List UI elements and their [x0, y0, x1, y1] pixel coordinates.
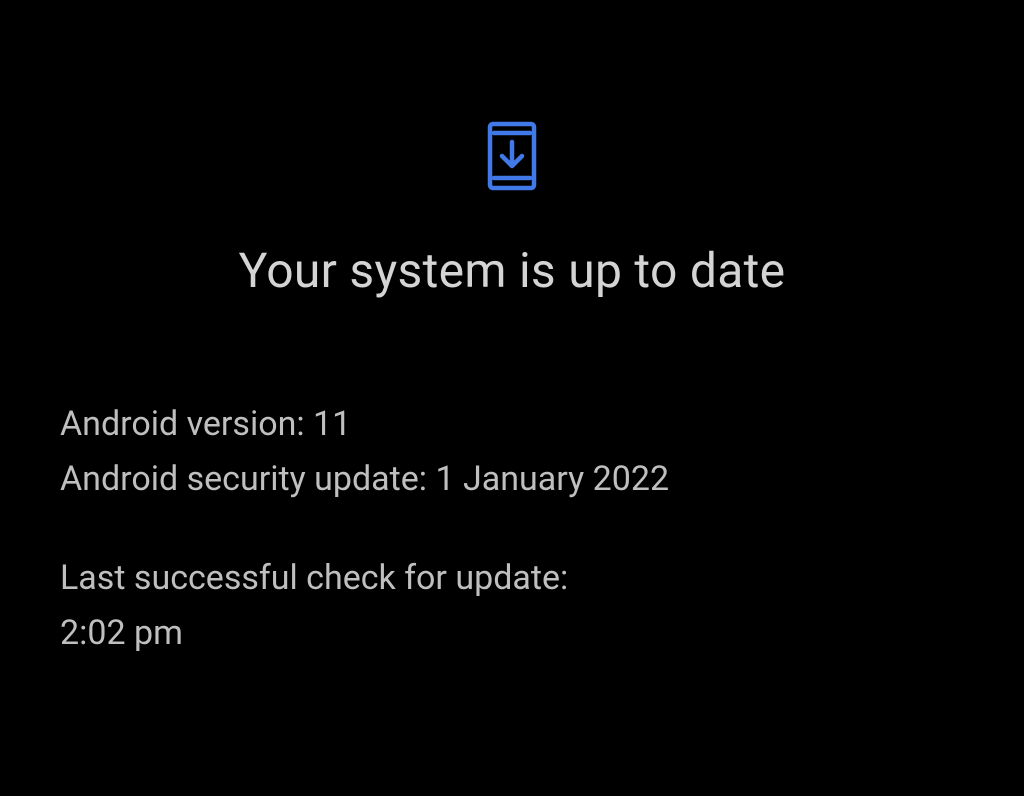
last-check-label: Last successful check for update: — [60, 558, 568, 598]
android-version-value: 11 — [313, 404, 351, 444]
last-check-value-row: 2:02 pm — [60, 608, 964, 659]
last-check-value: 2:02 pm — [60, 613, 183, 653]
android-version-label: Android version: — [60, 404, 313, 444]
system-update-screen: Your system is up to date Android versio… — [0, 0, 1024, 796]
security-update-row: Android security update: 1 January 2022 — [60, 454, 964, 505]
security-update-value: 1 January 2022 — [435, 459, 669, 499]
page-title: Your system is up to date — [60, 242, 964, 299]
phone-download-icon — [484, 120, 540, 192]
security-update-label: Android security update: — [60, 459, 435, 499]
update-details: Android version: 11 Android security upd… — [60, 399, 964, 663]
last-check-label-row: Last successful check for update: — [60, 553, 964, 604]
android-version-row: Android version: 11 — [60, 399, 964, 450]
spacer — [60, 509, 964, 553]
icon-container — [60, 120, 964, 192]
